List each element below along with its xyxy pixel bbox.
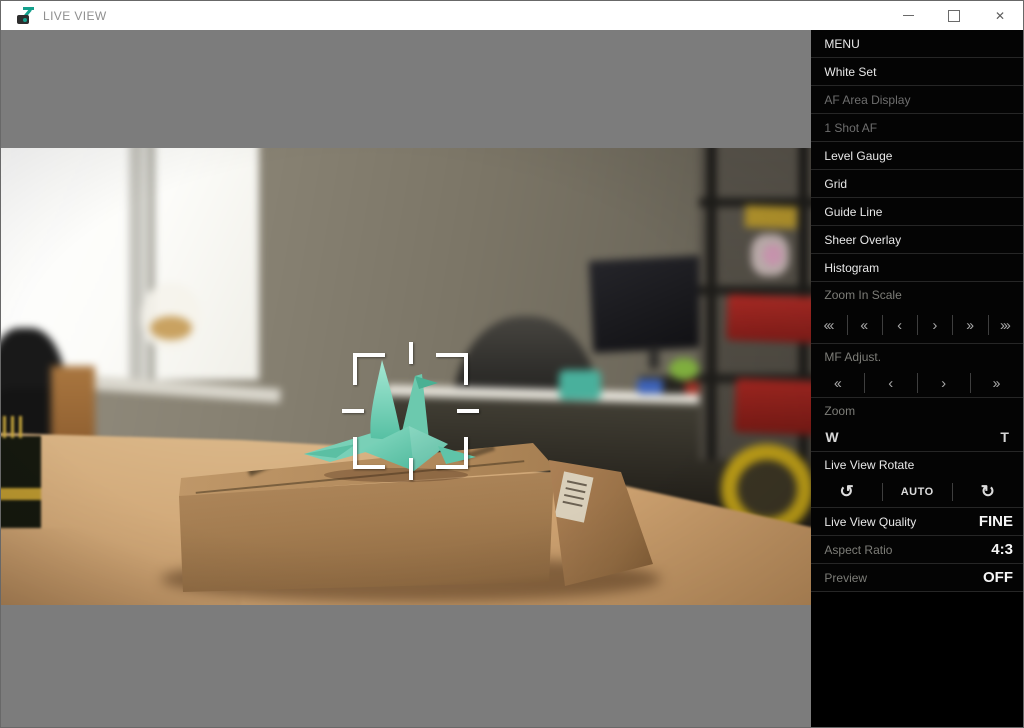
af-corner-bottom-left (353, 437, 385, 469)
mf-far2-button[interactable]: ‹‹ (811, 369, 864, 397)
box-print-mark-1 (247, 445, 304, 477)
mf-adjust-controls: ‹‹ ‹ › ›› (811, 369, 1023, 398)
histogram-button[interactable]: Histogram (811, 254, 1023, 282)
af-corner-bottom-right (436, 437, 468, 469)
flap-shipping-label (555, 471, 594, 522)
af-corner-top-left (353, 353, 385, 385)
live-view-quality-value: FINE (979, 513, 1013, 530)
mf-adjust-label: MF Adjust. (811, 344, 1023, 369)
sidebar-empty-area (811, 592, 1023, 727)
live-view-rotate-label: Live View Rotate (811, 452, 1023, 477)
af-tick-right (457, 409, 479, 413)
maximize-button[interactable] (931, 1, 977, 30)
cardboard-box-flap (541, 448, 659, 590)
zoom-wide-button[interactable]: W (825, 429, 838, 445)
rotate-auto-label: AUTO (901, 486, 934, 498)
rotate-ccw-icon: ↺ (840, 482, 854, 502)
zoom-scale-up2-button[interactable]: ›› (952, 307, 987, 343)
rotate-controls: ↺ AUTO ↻ (811, 477, 1023, 508)
minimize-button[interactable] (885, 1, 931, 30)
rotate-ccw-button[interactable]: ↺ (811, 477, 882, 507)
rotate-cw-icon: ↻ (981, 482, 995, 502)
app-icon (17, 7, 34, 24)
aspect-ratio-value: 4:3 (991, 541, 1013, 558)
rotate-auto-button[interactable]: AUTO (882, 477, 953, 507)
preview-value: OFF (983, 569, 1013, 586)
rotate-cw-button[interactable]: ↻ (952, 477, 1023, 507)
minimize-icon (903, 15, 914, 16)
sheer-overlay-button[interactable]: Sheer Overlay (811, 226, 1023, 254)
zoom-in-scale-label: Zoom In Scale (811, 282, 1023, 307)
one-shot-af-button: 1 Shot AF (811, 114, 1023, 142)
zoom-scale-up-button[interactable]: › (917, 307, 952, 343)
grid-button[interactable]: Grid (811, 170, 1023, 198)
zoom-label: Zoom (811, 398, 1023, 423)
mf-near-button[interactable]: › (917, 369, 970, 397)
mf-near2-button[interactable]: ›› (970, 369, 1023, 397)
camera-live-image (1, 148, 811, 605)
guide-line-button[interactable]: Guide Line (811, 198, 1023, 226)
maximize-icon (948, 10, 960, 22)
control-sidebar: MENU White Set AF Area Display 1 Shot AF… (811, 30, 1023, 727)
window-controls: ✕ (885, 1, 1023, 30)
zoom-tele-button[interactable]: T (1000, 429, 1009, 445)
preview-label: Preview (824, 571, 867, 585)
af-target-frame[interactable] (353, 353, 468, 469)
aspect-ratio-row: Aspect Ratio 4:3 (811, 536, 1023, 564)
close-button[interactable]: ✕ (977, 1, 1023, 30)
zoom-wt-controls: W T (811, 423, 1023, 452)
af-corner-top-right (436, 353, 468, 385)
af-tick-top (409, 342, 413, 364)
white-set-button[interactable]: White Set (811, 58, 1023, 86)
menu-button[interactable]: MENU (811, 30, 1023, 58)
window-title: LIVE VIEW (43, 9, 107, 23)
preview-row: Preview OFF (811, 564, 1023, 592)
live-view-viewport[interactable] (1, 30, 811, 727)
live-view-quality-row[interactable]: Live View Quality FINE (811, 508, 1023, 536)
af-area-display-button: AF Area Display (811, 86, 1023, 114)
af-tick-left (342, 409, 364, 413)
aspect-ratio-label: Aspect Ratio (824, 543, 892, 557)
zoom-scale-down-button[interactable]: ‹ (882, 307, 917, 343)
close-icon: ✕ (995, 9, 1005, 23)
af-tick-bottom (409, 458, 413, 480)
label-text-lines (567, 480, 587, 486)
zoom-scale-down2-button[interactable]: ‹‹ (847, 307, 882, 343)
level-gauge-button[interactable]: Level Gauge (811, 142, 1023, 170)
live-view-quality-label: Live View Quality (824, 515, 916, 529)
zoom-scale-max-button[interactable]: ››› (988, 307, 1023, 343)
mf-far-button[interactable]: ‹ (864, 369, 917, 397)
title-bar: LIVE VIEW ✕ (1, 1, 1023, 30)
zoom-scale-min-button[interactable]: ‹‹‹ (811, 307, 846, 343)
zoom-in-scale-controls: ‹‹‹ ‹‹ ‹ › ›› ››› (811, 307, 1023, 344)
live-view-window: LIVE VIEW ✕ (0, 0, 1024, 728)
